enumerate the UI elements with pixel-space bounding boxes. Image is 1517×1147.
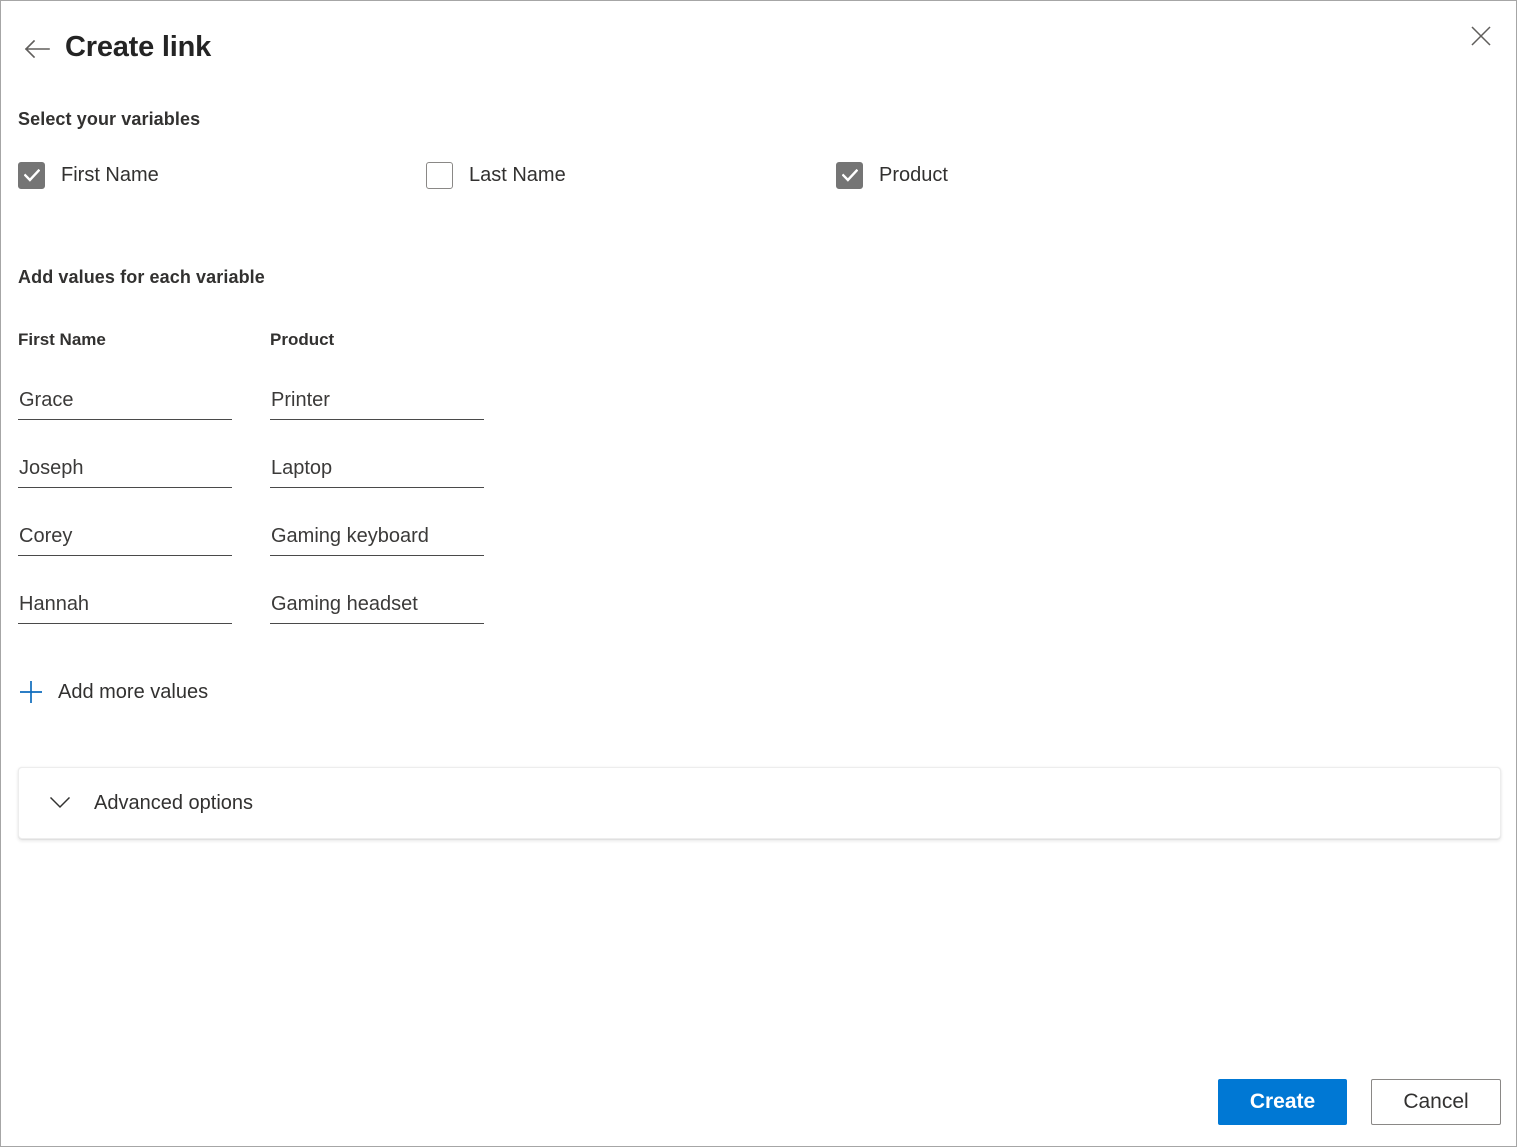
variables-checkbox-row: First Name Last Name Product <box>18 162 1118 192</box>
add-more-values-button[interactable]: Add more values <box>18 679 208 705</box>
arrow-left-icon <box>24 39 50 59</box>
plus-icon <box>18 679 44 705</box>
column-header: Product <box>270 330 335 349</box>
back-button[interactable] <box>15 27 59 71</box>
checkbox-box[interactable] <box>18 162 45 189</box>
value-input[interactable] <box>18 452 232 488</box>
dialog-header: Create link <box>1 1 1516 93</box>
checkbox-label: Product <box>879 164 948 186</box>
chevron-down-icon <box>47 790 73 816</box>
value-input[interactable] <box>270 452 484 488</box>
add-more-values-label: Add more values <box>58 681 209 703</box>
value-column-first-name: First Name <box>18 329 232 624</box>
cancel-button[interactable]: Cancel <box>1371 1079 1501 1125</box>
value-input[interactable] <box>270 520 484 556</box>
checkbox-label: Last Name <box>469 164 566 186</box>
create-button[interactable]: Create <box>1218 1079 1347 1125</box>
checkbox-product[interactable]: Product <box>836 162 948 189</box>
value-input[interactable] <box>270 588 484 624</box>
close-icon <box>1471 26 1491 46</box>
create-link-dialog: Create link Select your variables First … <box>0 0 1517 1147</box>
close-button[interactable] <box>1460 15 1502 57</box>
checkbox-box[interactable] <box>426 162 453 189</box>
checkbox-box[interactable] <box>836 162 863 189</box>
value-input[interactable] <box>18 384 232 420</box>
value-input[interactable] <box>18 520 232 556</box>
checkbox-last-name[interactable]: Last Name <box>426 162 566 189</box>
checkbox-label: First Name <box>61 164 159 186</box>
value-input[interactable] <box>18 588 232 624</box>
page-title: Create link <box>65 31 212 63</box>
value-column-product: Product <box>270 329 484 624</box>
select-variables-heading: Select your variables <box>18 109 201 129</box>
column-header: First Name <box>18 330 106 349</box>
value-input[interactable] <box>270 384 484 420</box>
advanced-options-label: Advanced options <box>94 792 254 814</box>
add-values-heading: Add values for each variable <box>18 267 265 287</box>
checkmark-icon <box>23 169 40 182</box>
checkmark-icon <box>841 169 858 182</box>
dialog-footer: Create Cancel <box>1 1062 1516 1146</box>
advanced-options-card[interactable]: Advanced options <box>18 767 1501 839</box>
checkbox-first-name[interactable]: First Name <box>18 162 159 189</box>
